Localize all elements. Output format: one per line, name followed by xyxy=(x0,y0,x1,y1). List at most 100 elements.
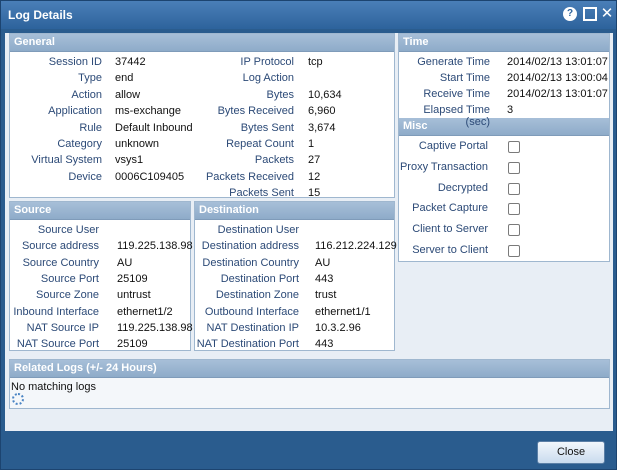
field-label: Rule xyxy=(79,121,102,134)
field-value: 6,960 xyxy=(308,105,336,118)
field-label: Source Country xyxy=(22,256,99,269)
field-label: NAT Destination Port xyxy=(196,338,299,351)
field-label: Generate Time xyxy=(417,56,490,68)
misc-label: Proxy Transaction xyxy=(399,160,488,173)
field-label: Bytes xyxy=(266,88,294,101)
field-label: NAT Destination IP xyxy=(206,321,299,334)
field-value: 2014/02/13 13:01:07 xyxy=(507,56,608,68)
field-label: Destination Country xyxy=(202,256,299,269)
field-label: Destination address xyxy=(201,240,299,253)
close-icon[interactable]: ✕ xyxy=(600,6,614,21)
destination-header: Destination xyxy=(195,202,394,220)
field-value: 2014/02/13 13:01:07 xyxy=(507,88,608,100)
field-value: ethernet1/1 xyxy=(315,305,371,318)
field-label: Action xyxy=(71,88,102,101)
field-value: 2014/02/13 13:00:04 xyxy=(507,72,608,84)
misc-label: Decrypted xyxy=(437,181,488,194)
field-label: Packets xyxy=(254,154,294,167)
field-value: 25109 xyxy=(117,338,148,351)
field-label: Source address xyxy=(21,240,99,253)
field-value: 10,634 xyxy=(308,88,342,101)
field-label: Log Action xyxy=(242,72,294,85)
misc-checkbox[interactable] xyxy=(508,245,520,257)
field-value: 37442 xyxy=(115,56,146,68)
field-label: Bytes Sent xyxy=(240,121,294,134)
misc-checkbox[interactable] xyxy=(508,224,520,237)
field-value: 25109 xyxy=(117,272,148,285)
field-value: 119.225.138.98 xyxy=(117,321,193,334)
log-details-window: Log Details ? ✕ General Session ID 37442 T… xyxy=(0,0,617,470)
field-value: end xyxy=(115,72,134,85)
field-value: allow xyxy=(115,88,141,101)
field-label: Source Zone xyxy=(36,289,99,302)
field-label: Source User xyxy=(37,224,99,236)
field-value: tcp xyxy=(308,56,323,68)
field-label: Application xyxy=(48,105,102,118)
field-label: Source Port xyxy=(40,272,99,285)
field-value: AU xyxy=(315,256,331,269)
field-label: Session ID xyxy=(48,56,102,68)
misc-label: Client to Server xyxy=(412,223,488,236)
field-value: 443 xyxy=(315,338,334,351)
field-value: 10.3.2.96 xyxy=(315,321,361,334)
field-label: Packets Received xyxy=(205,170,294,183)
field-label: Device xyxy=(68,170,102,183)
related-logs-header: Related Logs (+/- 24 Hours) xyxy=(10,360,609,378)
field-value: ethernet1/2 xyxy=(117,305,173,318)
source-header: Source xyxy=(10,202,190,220)
field-value: untrust xyxy=(117,289,151,302)
close-button[interactable]: Close xyxy=(537,441,605,464)
misc-checkbox[interactable] xyxy=(508,182,520,195)
misc-label: Captive Portal xyxy=(418,140,488,152)
field-value: vsys1 xyxy=(115,154,144,167)
field-label: Packets Sent xyxy=(229,187,294,200)
field-value: AU xyxy=(117,256,133,269)
field-label: Start Time xyxy=(439,72,490,84)
field-value: 3,674 xyxy=(308,121,336,134)
related-logs-panel: Related Logs (+/- 24 Hours) No matching … xyxy=(9,359,610,409)
general-panel: General Session ID 37442 Type end Action allo… xyxy=(9,33,395,200)
window-title: Log Details xyxy=(8,8,73,22)
field-label: Outbound Interface xyxy=(204,305,299,318)
time-panel: Time Misc Generate Time 2014/02/13 13:01:… xyxy=(398,33,610,262)
title-bar[interactable]: Log Details ? ✕ xyxy=(1,1,616,29)
loading-spinner-icon xyxy=(12,393,24,405)
field-label: Inbound Interface xyxy=(13,305,99,318)
misc-label: Server to Client xyxy=(412,244,488,256)
field-value: unknown xyxy=(115,138,160,150)
misc-checkbox[interactable] xyxy=(508,203,520,216)
misc-label: Packet Capture xyxy=(412,202,488,215)
field-value: 15 xyxy=(308,187,321,200)
field-label: Virtual System xyxy=(31,154,102,167)
source-panel: Source Source User Source address 119.225.… xyxy=(9,201,193,351)
field-label: Category xyxy=(57,138,102,150)
related-logs-message: No matching logs xyxy=(11,381,96,393)
field-label: Destination Port xyxy=(220,272,299,285)
field-label: NAT Source IP xyxy=(26,321,99,334)
field-value: 27 xyxy=(308,154,321,167)
field-value: trust xyxy=(315,289,337,302)
field-label: Type xyxy=(78,72,102,85)
general-header: General xyxy=(10,34,394,52)
field-label: Destination Zone xyxy=(215,289,299,302)
field-label: Bytes Received xyxy=(217,105,294,118)
field-label: Destination User xyxy=(217,224,299,236)
field-label: Elapsed Time (sec) xyxy=(423,104,490,128)
dialog-content: General Session ID 37442 Type end Action allo… xyxy=(5,33,613,431)
field-label: Receive Time xyxy=(423,88,490,100)
maximize-icon[interactable] xyxy=(583,7,597,21)
misc-checkbox[interactable] xyxy=(508,141,520,153)
field-label: Repeat Count xyxy=(226,138,294,150)
field-label: IP Protocol xyxy=(240,56,294,68)
field-value: 443 xyxy=(315,272,334,285)
field-value: 1 xyxy=(308,138,315,150)
field-value: 3 xyxy=(507,104,514,116)
misc-checkbox[interactable] xyxy=(508,161,520,174)
field-value: 12 xyxy=(308,170,321,183)
time-header: Time xyxy=(399,34,609,52)
help-icon[interactable]: ? xyxy=(563,7,577,21)
field-label: NAT Source Port xyxy=(16,338,99,351)
destination-panel: Destination Destination User Destination … xyxy=(194,201,397,351)
field-value: 116.212.224.129 xyxy=(315,240,397,253)
field-value: 119.225.138.98 xyxy=(117,240,193,253)
